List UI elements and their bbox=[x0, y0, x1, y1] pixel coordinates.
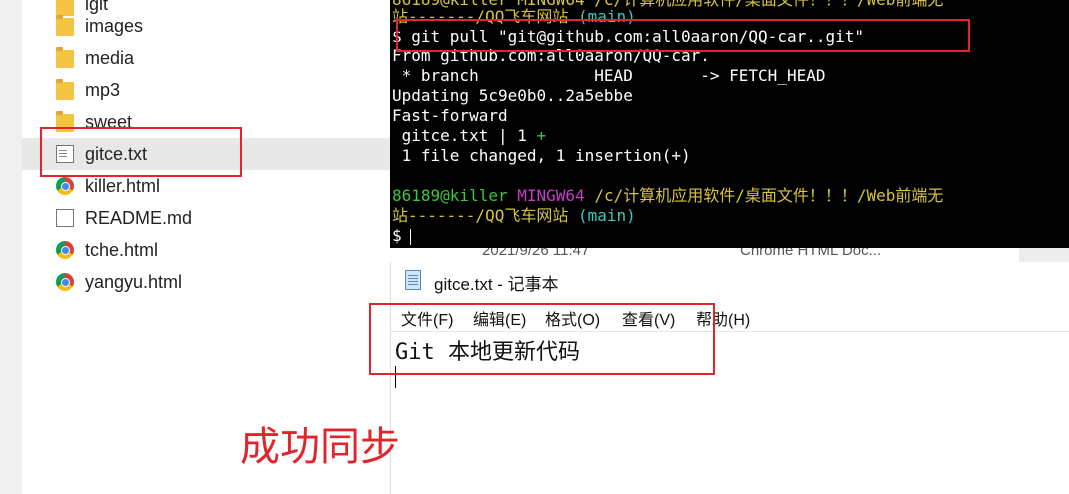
terminal-line: gitce.txt | 1 + bbox=[392, 126, 547, 146]
notepad-icon bbox=[405, 270, 421, 290]
file-name: media bbox=[85, 47, 135, 68]
terminal-line: Updating 5c9e0b0..2a5ebbe bbox=[392, 86, 633, 105]
file-date: 2021/9/26 11:47 bbox=[482, 248, 590, 259]
window-title: gitce.txt - 记事本 bbox=[434, 275, 559, 294]
chrome-icon bbox=[56, 273, 74, 291]
file-name: README.md bbox=[85, 207, 193, 228]
prompt-user: 86189@killer bbox=[392, 186, 508, 205]
annotation-label: 成功同步 bbox=[240, 424, 400, 470]
explorer-details-row: 2021/9/26 11:47 Chrome HTML Doc... bbox=[390, 248, 1069, 262]
prompt-host: MINGW64 bbox=[517, 186, 585, 205]
nav-pane-edge bbox=[0, 0, 22, 494]
file-icon bbox=[56, 209, 74, 227]
file-row[interactable]: mp3 bbox=[22, 74, 390, 106]
prompt-branch: (main) bbox=[577, 206, 636, 225]
terminal-line: Fast-forward bbox=[392, 106, 508, 125]
diffstat-file: gitce.txt | 1 bbox=[392, 126, 537, 145]
chrome-icon bbox=[56, 241, 74, 259]
highlight-box-content bbox=[369, 303, 715, 375]
prompt-symbol: $ bbox=[392, 226, 402, 245]
terminal-input-line[interactable]: $ bbox=[392, 226, 411, 246]
chrome-icon bbox=[56, 177, 74, 195]
highlight-box-file bbox=[40, 127, 242, 177]
notepad-window[interactable]: gitce.txt - 记事本 文件(F) 编辑(E) 格式(O) 查看(V) … bbox=[390, 262, 1069, 494]
file-row[interactable]: tche.html bbox=[22, 234, 390, 266]
file-row[interactable]: README.md bbox=[22, 202, 390, 234]
terminal-prompt: 站-------/QQ飞车网站 (main) bbox=[392, 206, 636, 226]
terminal-prompt: 86189@killer MINGW64 /c/计算机应用软件/桌面文件！！！/… bbox=[392, 186, 943, 206]
terminal-line: * branch HEAD -> FETCH_HEAD bbox=[392, 66, 826, 85]
notepad-title-bar[interactable]: gitce.txt - 记事本 bbox=[391, 262, 1069, 300]
highlight-box-command bbox=[396, 19, 970, 52]
folder-icon bbox=[56, 15, 74, 36]
file-name: mp3 bbox=[85, 79, 121, 100]
folder-icon bbox=[56, 79, 74, 100]
terminal-cursor bbox=[409, 228, 411, 245]
file-type: Chrome HTML Doc... bbox=[740, 248, 882, 259]
file-row[interactable]: yangyu.html bbox=[22, 266, 390, 298]
file-name: yangyu.html bbox=[85, 271, 183, 292]
scrollbar[interactable] bbox=[1019, 248, 1069, 262]
prompt-path: /c/计算机应用软件/桌面文件！！！/Web前端无 bbox=[594, 186, 944, 205]
folder-icon bbox=[56, 47, 74, 68]
file-name: images bbox=[85, 15, 144, 36]
terminal-line: 1 file changed, 1 insertion(+) bbox=[392, 146, 691, 165]
prompt-path: 站-------/QQ飞车网站 bbox=[392, 206, 569, 225]
file-row[interactable]: images bbox=[22, 10, 390, 42]
file-row[interactable]: media bbox=[22, 42, 390, 74]
file-name: killer.html bbox=[85, 175, 161, 196]
diffstat-plus: + bbox=[536, 126, 547, 145]
file-name: tche.html bbox=[85, 239, 159, 260]
